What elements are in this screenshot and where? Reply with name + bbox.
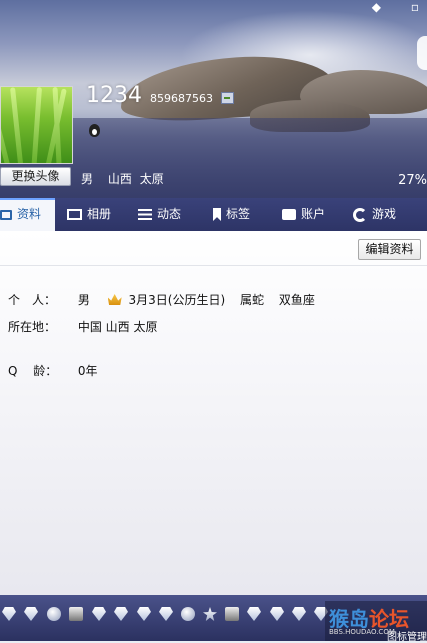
penguin-badge-icon[interactable] <box>47 607 61 621</box>
photo-album-icon <box>67 209 82 220</box>
watermark-url: BBS.HOUDAO.COM <box>329 628 395 636</box>
constellation-value: 双鱼座 <box>278 293 315 307</box>
grass-blade <box>10 87 24 163</box>
diamond-badge-icon[interactable] <box>159 607 173 621</box>
tab-label: 账户 <box>301 207 326 221</box>
gender-value: 男 <box>77 293 90 307</box>
profile-header: ◆ ▫ 更换头像 1234 859687563 男 山西 太原 27% <box>0 0 427 198</box>
window-controls[interactable]: ◆ ▫ <box>346 0 419 14</box>
tab-label: 标签 <box>226 207 251 221</box>
qq-age-label: Q 龄： <box>8 364 58 378</box>
tab-tags[interactable]: 标签 <box>213 198 250 231</box>
tab-label: 相册 <box>87 207 112 221</box>
location-label: 所在地： <box>8 320 57 334</box>
feed-list-icon <box>138 209 152 220</box>
birthday-value: 3月3日(公历生日) <box>128 293 226 307</box>
badge-footer: 猴岛论坛 BBS.HOUDAO.COM 图标管理 <box>0 595 427 643</box>
diamond-badge-icon[interactable] <box>24 607 38 621</box>
qq-age-value: 0年 <box>77 364 98 378</box>
gender-text: 男 <box>81 172 94 186</box>
province-text: 山西 <box>107 172 132 186</box>
tab-profile[interactable]: 资料 <box>0 198 55 231</box>
grass-blade <box>1 88 12 163</box>
zodiac-value: 属蛇 <box>239 293 264 307</box>
qq-age-row: Q 龄： 0年 <box>8 362 108 379</box>
city-text: 太原 <box>139 172 164 186</box>
tab-games[interactable]: 游戏 <box>353 198 396 231</box>
tab-label: 资料 <box>17 207 42 221</box>
bookmark-tag-icon <box>213 208 221 221</box>
diamond-badge-icon[interactable] <box>137 607 151 621</box>
location-row: 所在地： 中国 山西 太原 <box>8 318 168 335</box>
divider <box>0 265 427 266</box>
avatar[interactable] <box>0 86 73 164</box>
diamond-badge-icon[interactable] <box>292 607 306 621</box>
window-edge <box>417 36 427 70</box>
tab-bar: 资料 相册 动态 标签 账户 游戏 <box>0 198 427 231</box>
qq-number: 859687563 <box>150 92 213 105</box>
diamond-badge-icon[interactable] <box>2 607 16 621</box>
location-value: 中国 山西 太原 <box>77 320 158 334</box>
monitor-badge-icon[interactable] <box>69 607 83 621</box>
edit-signature-icon[interactable] <box>221 92 234 104</box>
tab-album[interactable]: 相册 <box>67 198 111 231</box>
tab-feed[interactable]: 动态 <box>138 198 181 231</box>
tab-label: 动态 <box>157 207 182 221</box>
profile-completion: 27% <box>398 173 427 188</box>
profile-card-icon <box>0 209 12 220</box>
game-icon <box>353 207 367 222</box>
round-badge-icon[interactable] <box>181 607 195 621</box>
skin-icon[interactable]: ◆ <box>372 0 381 14</box>
tab-account[interactable]: 账户 <box>282 198 325 231</box>
profile-content: 编辑资料 个 人： 男 3月3日(公历生日) 属蛇 双鱼座 所在地： 中国 山西… <box>0 231 427 595</box>
minimize-icon[interactable]: ▫ <box>411 0 419 14</box>
edit-profile-button[interactable]: 编辑资料 <box>358 239 421 260</box>
basic-info: 男 山西 太原 <box>81 170 175 187</box>
qq-penguin-icon[interactable] <box>89 124 100 137</box>
nickname: 1234 <box>86 83 142 108</box>
tab-label: 游戏 <box>372 207 397 221</box>
personal-label: 个 人： <box>8 293 57 307</box>
diamond-badge-icon[interactable] <box>270 607 284 621</box>
grass-blade <box>31 87 42 163</box>
music-badge-icon[interactable] <box>225 607 239 621</box>
star-badge-icon[interactable] <box>203 607 217 621</box>
diamond-badge-icon[interactable] <box>247 607 261 621</box>
diamond-badge-icon[interactable] <box>114 607 128 621</box>
change-avatar-button[interactable]: 更换头像 <box>0 167 71 186</box>
diamond-badge-icon[interactable] <box>92 607 106 621</box>
briefcase-icon <box>282 209 296 220</box>
crown-icon <box>107 294 122 305</box>
watermark: 猴岛论坛 BBS.HOUDAO.COM 图标管理 <box>325 601 427 643</box>
personal-row: 个 人： 男 3月3日(公历生日) 属蛇 双鱼座 <box>8 291 326 308</box>
